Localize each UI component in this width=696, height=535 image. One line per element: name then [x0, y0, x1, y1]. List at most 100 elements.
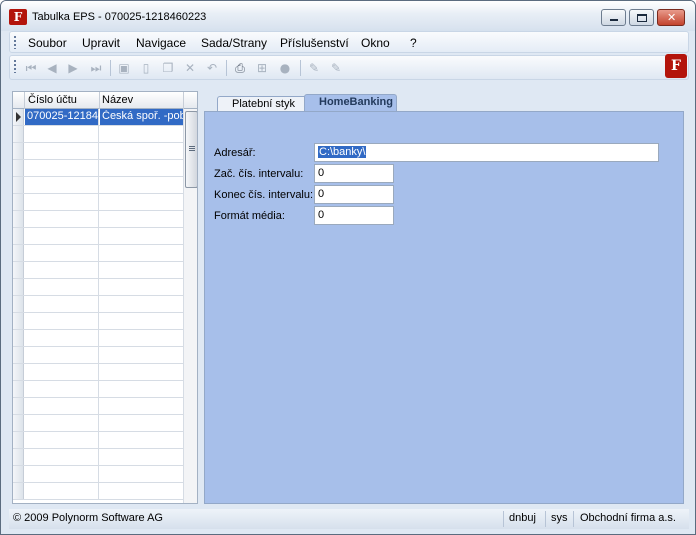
- cell-name[interactable]: [100, 415, 183, 431]
- adresar-field[interactable]: C:\banky\: [314, 143, 659, 162]
- row-indicator[interactable]: [13, 109, 24, 125]
- close-button[interactable]: ✕: [657, 9, 685, 26]
- cell-name[interactable]: [100, 279, 183, 295]
- cell-name[interactable]: [100, 245, 183, 261]
- table-row[interactable]: [13, 245, 183, 262]
- row-indicator[interactable]: [13, 262, 24, 278]
- cell-account[interactable]: [25, 126, 99, 142]
- table-row[interactable]: [13, 126, 183, 143]
- table-row[interactable]: [13, 415, 183, 432]
- next-icon[interactable]: ▶: [66, 61, 80, 75]
- column-header-name[interactable]: Název: [102, 94, 133, 106]
- tree-icon[interactable]: ⊞: [255, 61, 269, 75]
- column-divider[interactable]: [99, 92, 100, 109]
- cell-name[interactable]: [100, 160, 183, 176]
- row-indicator[interactable]: [13, 449, 24, 465]
- table-row[interactable]: [13, 160, 183, 177]
- copy-icon[interactable]: ❐: [161, 61, 175, 75]
- row-indicator[interactable]: [13, 330, 24, 346]
- cell-name[interactable]: [100, 364, 183, 380]
- row-indicator[interactable]: [13, 194, 24, 210]
- scrollbar-thumb[interactable]: [185, 111, 197, 188]
- cell-account[interactable]: 070025-1218460223: [25, 109, 99, 125]
- maximize-button[interactable]: [629, 9, 654, 26]
- row-indicator[interactable]: [13, 279, 24, 295]
- last-icon[interactable]: ⏭: [89, 61, 103, 75]
- menubar-grip[interactable]: [14, 36, 16, 49]
- cell-account[interactable]: [25, 194, 99, 210]
- cell-account[interactable]: [25, 381, 99, 397]
- cell-name[interactable]: [100, 296, 183, 312]
- print-icon[interactable]: ⎙: [233, 61, 247, 75]
- row-indicator[interactable]: [13, 245, 24, 261]
- cell-account[interactable]: [25, 347, 99, 363]
- table-row[interactable]: [13, 211, 183, 228]
- row-indicator[interactable]: [13, 177, 24, 193]
- zac-interval-field[interactable]: 0: [314, 164, 394, 183]
- help-icon[interactable]: ●: [278, 61, 292, 75]
- column-divider[interactable]: [183, 92, 184, 109]
- minimize-button[interactable]: [601, 9, 626, 26]
- table-row[interactable]: [13, 347, 183, 364]
- cell-name[interactable]: [100, 466, 183, 482]
- row-indicator[interactable]: [13, 228, 24, 244]
- app-logo-icon[interactable]: F: [9, 9, 27, 25]
- cell-account[interactable]: [25, 364, 99, 380]
- cell-name[interactable]: [100, 483, 183, 499]
- row-indicator[interactable]: [13, 398, 24, 414]
- save-icon[interactable]: ▣: [117, 61, 131, 75]
- cell-name[interactable]: [100, 143, 183, 159]
- cell-name[interactable]: [100, 262, 183, 278]
- cell-name[interactable]: [100, 330, 183, 346]
- cell-account[interactable]: [25, 262, 99, 278]
- table-row[interactable]: [13, 432, 183, 449]
- cell-account[interactable]: [25, 466, 99, 482]
- cell-account[interactable]: [25, 296, 99, 312]
- menu-sada-strany[interactable]: Sada/Strany: [201, 36, 267, 50]
- toolbar-grip[interactable]: [14, 60, 16, 73]
- row-indicator[interactable]: [13, 381, 24, 397]
- cell-name[interactable]: [100, 211, 183, 227]
- menu-okno[interactable]: Okno: [361, 36, 390, 50]
- table-row[interactable]: [13, 262, 183, 279]
- accounts-grid[interactable]: Číslo účtu Název 070025-1218460223Česká …: [12, 91, 198, 504]
- table-row[interactable]: [13, 330, 183, 347]
- table-row[interactable]: [13, 279, 183, 296]
- row-indicator[interactable]: [13, 313, 24, 329]
- table-row[interactable]: [13, 228, 183, 245]
- row-indicator[interactable]: [13, 296, 24, 312]
- new-icon[interactable]: ▯: [139, 61, 153, 75]
- row-indicator[interactable]: [13, 466, 24, 482]
- cell-account[interactable]: [25, 432, 99, 448]
- edit-icon[interactable]: ✎: [307, 61, 321, 75]
- menu-help[interactable]: ?: [410, 36, 417, 50]
- table-row[interactable]: [13, 483, 183, 500]
- cell-account[interactable]: [25, 449, 99, 465]
- table-row[interactable]: [13, 398, 183, 415]
- grid-scrollbar[interactable]: [183, 109, 197, 503]
- table-row[interactable]: [13, 143, 183, 160]
- format-media-field[interactable]: 0: [314, 206, 394, 225]
- cell-name[interactable]: [100, 347, 183, 363]
- cell-name[interactable]: Česká spoř. -pob: [100, 109, 183, 125]
- table-row[interactable]: [13, 296, 183, 313]
- cell-account[interactable]: [25, 483, 99, 499]
- cell-name[interactable]: [100, 228, 183, 244]
- table-row[interactable]: [13, 364, 183, 381]
- column-header-account[interactable]: Číslo účtu: [28, 94, 77, 106]
- menu-prislusenstvi[interactable]: Příslušenství: [280, 36, 349, 50]
- table-row[interactable]: [13, 194, 183, 211]
- first-icon[interactable]: ⏮: [24, 61, 38, 75]
- cell-account[interactable]: [25, 177, 99, 193]
- cell-account[interactable]: [25, 245, 99, 261]
- cell-account[interactable]: [25, 279, 99, 295]
- row-indicator[interactable]: [13, 432, 24, 448]
- cell-account[interactable]: [25, 160, 99, 176]
- table-row[interactable]: [13, 313, 183, 330]
- cell-account[interactable]: [25, 143, 99, 159]
- menu-soubor[interactable]: Soubor: [28, 36, 67, 50]
- cell-name[interactable]: [100, 194, 183, 210]
- row-indicator[interactable]: [13, 415, 24, 431]
- row-indicator[interactable]: [13, 483, 24, 499]
- row-indicator[interactable]: [13, 364, 24, 380]
